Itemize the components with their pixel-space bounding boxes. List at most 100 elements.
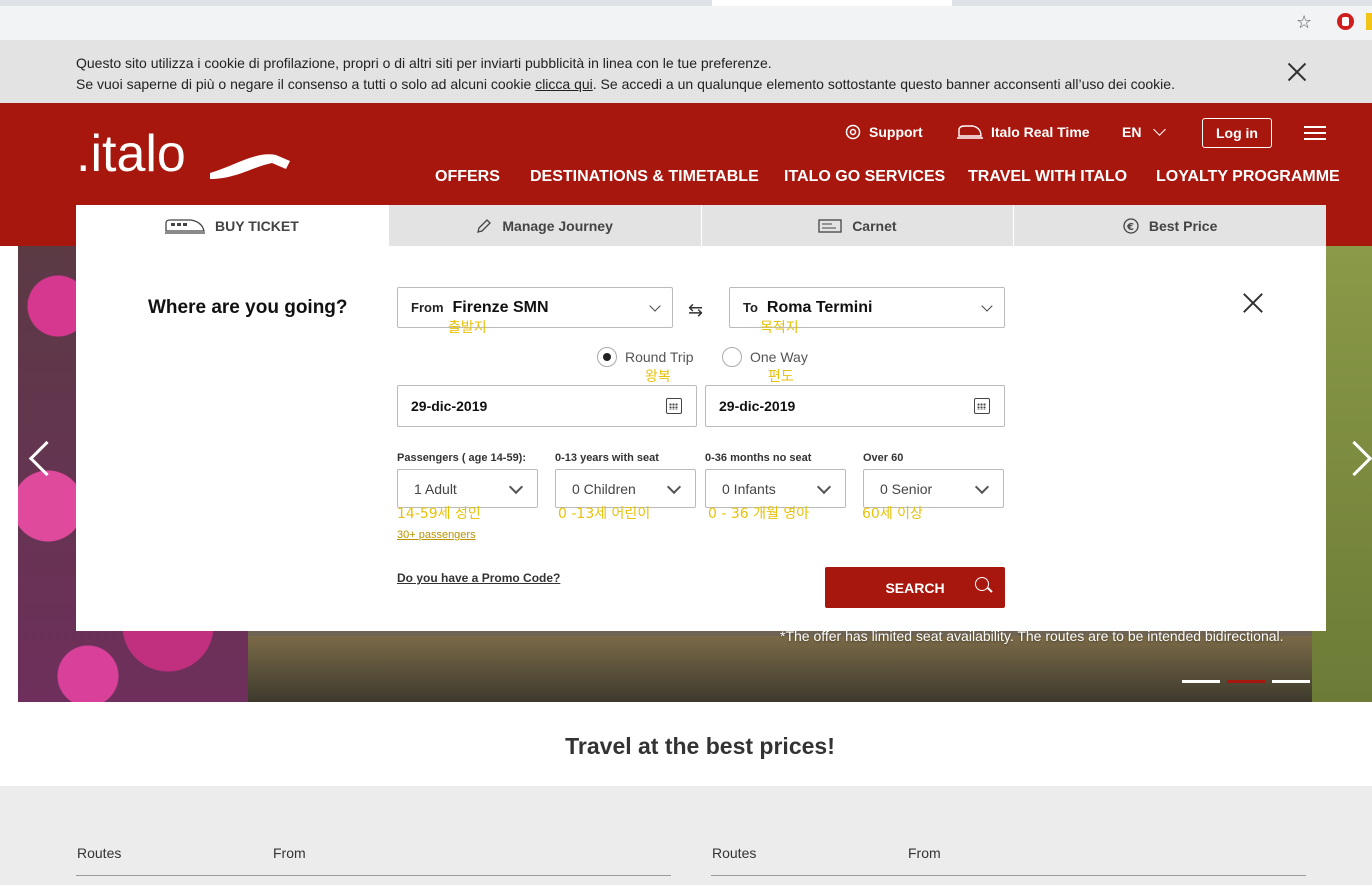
- carousel-dot[interactable]: [1272, 680, 1310, 683]
- chevron-down-icon: [981, 300, 993, 312]
- lifebuoy-icon: [845, 124, 861, 140]
- annotation-to: 목적지: [760, 320, 799, 336]
- from-value: Firenze SMN: [452, 298, 549, 316]
- nav-destinations[interactable]: DESTINATIONS & TIMETABLE: [530, 168, 759, 186]
- booking-tabs: BUY TICKET Manage Journey Carnet € Best …: [76, 205, 1326, 246]
- nav-offers[interactable]: OFFERS: [435, 168, 500, 186]
- round-trip-option[interactable]: Round Trip: [597, 347, 693, 367]
- depart-date-field[interactable]: 29-dic-2019: [397, 385, 697, 427]
- nav-travel[interactable]: TRAVEL WITH ITALO: [968, 168, 1127, 186]
- cookie-more-link[interactable]: clicca qui: [535, 76, 593, 92]
- cookie-text: Questo sito utilizza i cookie di profila…: [76, 53, 1175, 95]
- train-realtime-icon: [957, 125, 983, 139]
- cookie-line-1: Questo sito utilizza i cookie di profila…: [76, 55, 772, 71]
- tab-best-price[interactable]: € Best Price: [1013, 205, 1326, 246]
- close-icon[interactable]: [1287, 62, 1307, 82]
- from-field[interactable]: From Firenze SMN: [397, 287, 673, 328]
- cookie-line-2-pre: Se vuoi saperne di più o negare il conse…: [76, 76, 536, 92]
- tab-label: Manage Journey: [502, 217, 613, 234]
- hero-river: [248, 636, 1312, 702]
- carousel-next-icon[interactable]: [1350, 440, 1372, 476]
- tab-carnet[interactable]: Carnet: [700, 205, 1014, 246]
- one-way-label: One Way: [750, 349, 808, 365]
- cookie-line-2-post: . Se accedi a un qualunque elemento sott…: [592, 76, 1175, 92]
- calendar-icon: [974, 398, 990, 414]
- promo-code-link[interactable]: Do you have a Promo Code?: [397, 571, 560, 585]
- svg-text:€: €: [1126, 222, 1134, 233]
- address-bar[interactable]: [0, 6, 1372, 40]
- logo-text: .italo: [76, 125, 186, 183]
- chevron-down-icon: [649, 300, 661, 312]
- support-label: Support: [869, 124, 923, 140]
- infants-value: 0 Infants: [722, 480, 776, 497]
- routes-divider: [76, 875, 671, 876]
- tab-label: BUY TICKET: [215, 217, 299, 234]
- chevron-down-icon: [1153, 122, 1167, 136]
- tab-buy-ticket[interactable]: BUY TICKET: [76, 205, 388, 246]
- more-passengers-link[interactable]: 30+ passengers: [397, 529, 476, 541]
- ticket-icon: [818, 218, 842, 233]
- chevron-down-icon: [974, 479, 990, 495]
- hamburger-menu-icon[interactable]: [1304, 126, 1326, 140]
- language-label: EN: [1122, 124, 1142, 140]
- annotation-senior: 60세 이상: [862, 506, 923, 522]
- to-value: Roma Termini: [766, 298, 873, 316]
- tab-manage-journey[interactable]: Manage Journey: [387, 205, 701, 246]
- hare-icon: [210, 154, 290, 179]
- return-date-field[interactable]: 29-dic-2019: [705, 385, 1005, 427]
- carousel-dot-active[interactable]: [1227, 680, 1265, 683]
- children-label: 0-13 years with seat: [555, 452, 659, 464]
- tab-label: Best Price: [1148, 217, 1218, 234]
- routes-divider: [711, 875, 1306, 876]
- from-label: From: [411, 300, 444, 315]
- booking-heading: Where are you going?: [148, 297, 348, 318]
- cookie-line-2: Se vuoi saperne di più o negare il conse…: [76, 74, 1175, 95]
- annotation-children: 0 -13세 어린이: [558, 506, 651, 522]
- section-title: Travel at the best prices!: [565, 733, 835, 759]
- chevron-down-icon: [508, 479, 524, 495]
- search-icon: [975, 577, 989, 591]
- children-value: 0 Children: [572, 480, 636, 497]
- realtime-link[interactable]: Italo Real Time: [957, 124, 1090, 140]
- browser-toolbar: ☆: [0, 0, 1372, 40]
- login-button[interactable]: Log in: [1202, 118, 1272, 148]
- adult-value: 1 Adult: [414, 480, 457, 497]
- support-link[interactable]: Support: [845, 124, 923, 140]
- swap-icon[interactable]: ⇆: [688, 300, 714, 321]
- round-trip-label: Round Trip: [625, 349, 694, 365]
- one-way-option[interactable]: One Way: [722, 347, 808, 367]
- routes-section: [0, 786, 1372, 885]
- one-way-radio[interactable]: [722, 347, 742, 367]
- star-icon[interactable]: ☆: [1296, 12, 1312, 33]
- carousel-dot[interactable]: [1182, 680, 1220, 683]
- calendar-icon: [666, 398, 682, 414]
- senior-value: 0 Senior: [880, 480, 933, 497]
- extension-icon[interactable]: [1366, 13, 1372, 30]
- language-selector[interactable]: EN: [1122, 122, 1167, 140]
- annotation-from: 출발지: [448, 320, 487, 336]
- cookie-banner: Questo sito utilizza i cookie di profila…: [0, 40, 1372, 103]
- annotation-adult: 14-59세 성인: [397, 506, 481, 522]
- shield-extension-icon[interactable]: [1337, 13, 1354, 30]
- infants-label: 0-36 months no seat: [705, 452, 812, 464]
- train-icon: [165, 218, 205, 234]
- routes-header: Routes: [712, 845, 757, 861]
- routes-header: Routes: [77, 845, 122, 861]
- realtime-label: Italo Real Time: [991, 124, 1090, 140]
- from-header: From: [273, 845, 306, 861]
- nav-loyalty[interactable]: LOYALTY PROGRAMME: [1156, 168, 1340, 186]
- close-icon[interactable]: [1243, 292, 1263, 314]
- tab-label: Carnet: [852, 217, 897, 234]
- annotation-round: 왕복: [645, 369, 671, 385]
- adult-label: Passengers ( age 14-59):: [397, 452, 527, 464]
- euro-icon: €: [1123, 217, 1139, 234]
- round-trip-radio[interactable]: [597, 347, 617, 367]
- return-date-value: 29-dic-2019: [719, 398, 796, 414]
- italo-logo[interactable]: .italo: [76, 125, 296, 185]
- chevron-down-icon: [816, 479, 832, 495]
- pencil-icon: [477, 218, 492, 233]
- senior-label: Over 60: [863, 452, 904, 464]
- nav-italo-go[interactable]: ITALO GO SERVICES: [784, 168, 945, 186]
- carousel-prev-icon[interactable]: [28, 440, 52, 476]
- to-label: To: [743, 300, 758, 315]
